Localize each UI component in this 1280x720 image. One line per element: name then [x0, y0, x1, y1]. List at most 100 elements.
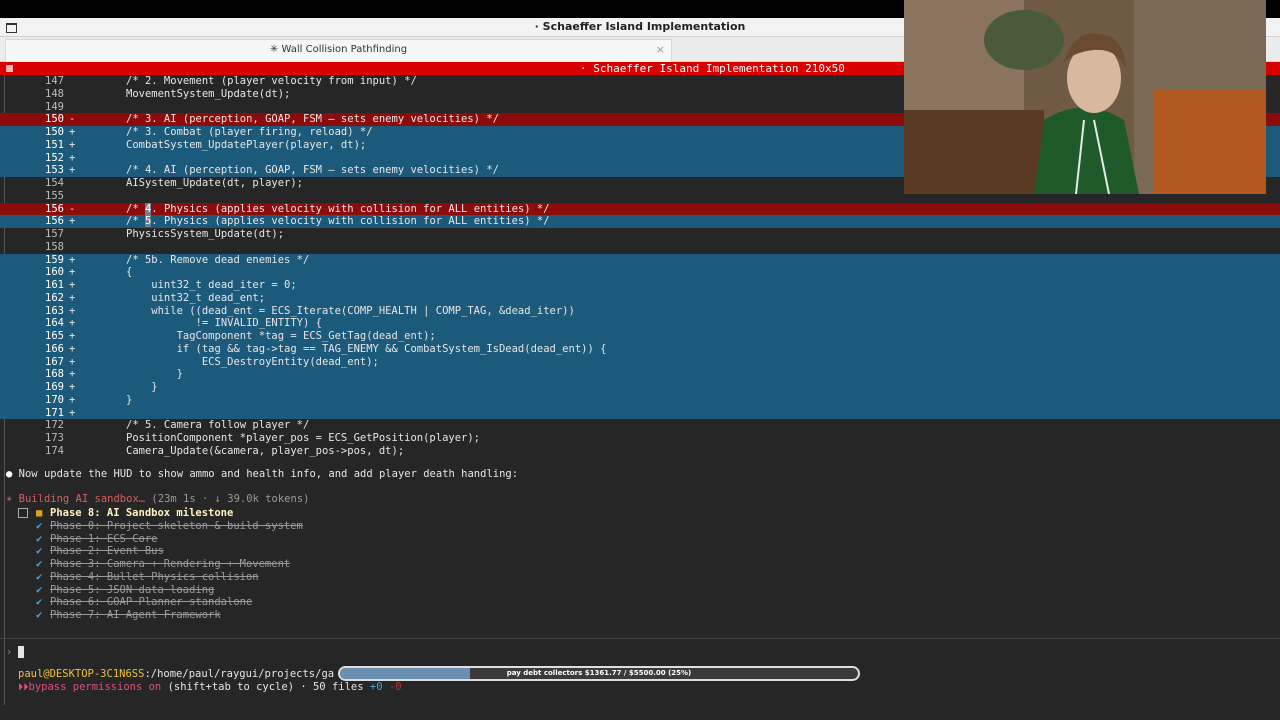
code-text: /* 2. Movement (player velocity from inp… [126, 75, 417, 87]
diff-line-added: 165 + TagComponent *tag = ECS_GetTag(dead… [0, 330, 1280, 343]
tab-wall-collision[interactable]: ✳ Wall Collision Pathfinding × [5, 39, 672, 62]
diff-line-added: 164 + != INVALID_ENTITY) { [0, 317, 1280, 330]
line-number: 149 [45, 100, 64, 113]
diff-marker: + [69, 215, 76, 228]
phase-label: Phase 4: Bullet Physics collision [50, 570, 259, 583]
line-number: 161 [45, 279, 64, 291]
footer-path: paul@DESKTOP-3C1N6SS:/home/paul/raygui/p… [18, 668, 334, 680]
diff-marker: + [69, 253, 76, 266]
status-label: Building AI sandbox… [18, 493, 146, 505]
progress-text: pay debt collectors $1361.77 / $5500.00 … [506, 669, 692, 677]
line-number: 158 [45, 240, 64, 253]
bullet-icon: ● [6, 468, 13, 480]
code-text: ECS_DestroyEntity(dead_ent); [126, 355, 379, 368]
terminal-title: · Schaeffer Island Implementation 210x50 [580, 62, 845, 75]
tab-title: ✳ Wall Collision Pathfinding [269, 44, 408, 55]
check-icon: ✔ [36, 570, 43, 583]
diff-line-added: 170 +} [0, 393, 1280, 407]
permissions-hint: (shift+tab to cycle) · 50 files [161, 681, 370, 693]
code-text: != INVALID_ENTITY) { [126, 317, 322, 330]
diff-line: 172 /* 5. Camera follow player */ [0, 419, 1280, 432]
divider [0, 638, 1280, 639]
diff-line-added: 167 + ECS_DestroyEntity(dead_ent); [0, 355, 1280, 369]
diff-marker: + [69, 355, 76, 368]
footer-dir: :/home/paul/raygui/projects/ga [144, 668, 335, 680]
line-number: 167 [45, 355, 64, 368]
phase-label: Phase 8: AI Sandbox milestone [50, 507, 234, 519]
line-number: 168 [45, 368, 64, 381]
lines-added: +0 [369, 681, 383, 693]
webcam-image [904, 0, 1266, 194]
footer-user: paul@DESKTOP-3C1N6SS [18, 668, 145, 680]
line-number: 163 [45, 304, 64, 317]
line-number: 154 [45, 177, 64, 189]
changed-char: 5 [144, 215, 152, 228]
diff-marker: + [69, 330, 76, 342]
line-number: 157 [45, 228, 64, 240]
code-text: /* 3. AI (perception, GOAP, FSM — sets e… [126, 113, 499, 126]
line-number: 172 [45, 419, 64, 432]
phase-label: Phase 6: GOAP Planner standalone [50, 596, 253, 609]
footer-permissions: ⏵⏵bypass permissions on (shift+tab to cy… [18, 681, 402, 694]
permissions-icon: ⏵⏵ [18, 681, 29, 693]
diff-line-added: 162 + uint32_t dead_ent; [0, 291, 1280, 305]
diff-marker: + [69, 279, 76, 291]
diff-line: 174 Camera_Update(&camera, player_pos->po… [0, 445, 1280, 458]
diff-line-added: 163 + while ((dead_ent = ECS_Iterate(COMP… [0, 304, 1280, 318]
webcam-overlay [904, 0, 1266, 194]
diff-line-removed: 156- /* 4. Physics (applies velocity with… [0, 202, 1280, 216]
diff-line-added: 159 + /* 5b. Remove dead enemies */ [0, 253, 1280, 267]
line-number: 160 [45, 266, 64, 279]
line-number: 150 [45, 113, 64, 126]
line-number: 148 [45, 87, 64, 100]
line-number: 150 [45, 126, 64, 138]
diff-line-added: 168 + } [0, 368, 1280, 381]
lines-removed: -0 [382, 681, 402, 693]
diff-line: 158 [0, 241, 1280, 254]
code-text: /* 5. Camera follow player */ [126, 419, 310, 432]
input-cursor[interactable] [18, 646, 24, 658]
diff-marker: + [69, 138, 76, 151]
line-number: 174 [45, 444, 64, 457]
check-icon: ✔ [36, 532, 43, 545]
check-icon: ✔ [36, 609, 43, 621]
diff-marker: + [69, 393, 76, 406]
line-number: 169 [45, 381, 64, 393]
diff-marker: + [69, 381, 76, 393]
line-number: 156 [45, 202, 64, 215]
diff-marker: + [69, 151, 76, 164]
assistant-message: ● Now update the HUD to show ammo and he… [6, 468, 518, 480]
todo-icon [18, 508, 28, 518]
line-number: 162 [45, 291, 64, 304]
prompt-symbol: › [6, 646, 13, 658]
line-number: 159 [45, 253, 64, 266]
diff-marker: - [69, 202, 76, 215]
diff-line-added: 166 + if (tag && tag->tag == TAG_ENEMY &&… [0, 342, 1280, 356]
permissions-label: bypass permissions on [28, 681, 162, 693]
code-text: MovementSystem_Update(dt); [126, 87, 291, 100]
code-text: /* 4. AI (perception, GOAP, FSM — sets e… [126, 164, 499, 177]
code-text: TagComponent *tag = ECS_GetTag(dead_ent)… [126, 330, 436, 342]
line-number: 156 [45, 215, 64, 228]
code-text: CombatSystem_UpdatePlayer(player, dt); [126, 138, 367, 151]
code-text: /* 3. Combat (player firing, reload) */ [126, 126, 373, 138]
close-icon[interactable]: × [656, 43, 665, 56]
code-text: { [126, 266, 133, 279]
code-text: PhysicsSystem_Update(dt); [126, 228, 285, 240]
code-text: /* 5b. Remove dead enemies */ [126, 253, 310, 266]
line-number: 173 [45, 432, 64, 444]
diff-marker: + [69, 406, 76, 419]
line-number: 155 [45, 189, 64, 202]
code-text: /* 5. Physics (applies velocity with col… [126, 215, 550, 228]
progress-overlay: pay debt collectors $1361.77 / $5500.00 … [338, 666, 860, 681]
check-icon: ✔ [36, 596, 43, 609]
diff-marker: + [69, 126, 76, 138]
diff-marker: + [69, 342, 76, 355]
diff-line-added: 156 + /* 5. Physics (applies velocity with… [0, 215, 1280, 228]
diff-line: 157 PhysicsSystem_Update(dt); [0, 228, 1280, 241]
code-text: if (tag && tag->tag == TAG_ENEMY && Comb… [126, 342, 607, 355]
diff-line-added: 160 + { [0, 266, 1280, 279]
code-text: } [126, 368, 183, 381]
line-number: 151 [45, 138, 64, 151]
terminal-icon [6, 65, 13, 72]
